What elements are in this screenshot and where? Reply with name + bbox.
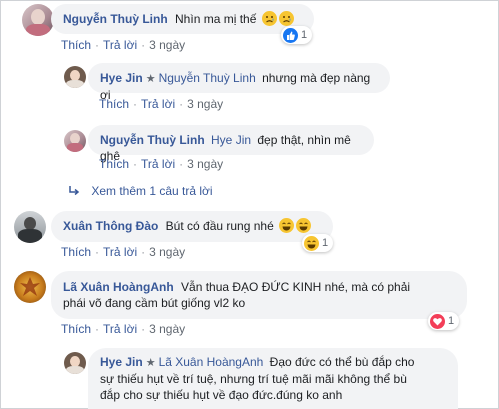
mention-link[interactable]: Hye Jin bbox=[211, 133, 251, 147]
reaction-count: 1 bbox=[448, 315, 455, 327]
comment-actions: Thích · Trả lời · 3 ngày bbox=[61, 322, 186, 336]
comment-author[interactable]: Nguyễn Thuỳ Linh bbox=[63, 12, 168, 26]
reply-bubble: Hye Jin ★ Lã Xuân HoàngAnh Đạo đức có thể … bbox=[88, 348, 458, 409]
like-button[interactable]: Thích bbox=[61, 322, 91, 336]
comment-author[interactable]: Hye Jin bbox=[100, 71, 143, 85]
sad-face-icon bbox=[261, 11, 277, 26]
sad-face-icon bbox=[278, 11, 294, 26]
reaction-count: 1 bbox=[322, 237, 329, 249]
reply-button[interactable]: Trả lời bbox=[103, 245, 137, 259]
comment-actions: Thích · Trả lời · 3 ngày bbox=[99, 97, 224, 111]
comment-actions: Thích · Trả lời · 3 ngày bbox=[61, 245, 186, 259]
avatar[interactable] bbox=[64, 130, 86, 152]
comment-text: Nhìn ma mị thế bbox=[175, 12, 257, 26]
comment-text: Đạo đức có thể bù đắp cho bbox=[269, 355, 415, 369]
view-more-replies-link[interactable]: Xem thêm 1 câu trả lời bbox=[67, 184, 213, 200]
reply-button[interactable]: Trả lời bbox=[103, 38, 137, 52]
like-button[interactable]: Thích bbox=[61, 245, 91, 259]
avatar[interactable] bbox=[22, 4, 54, 36]
timestamp[interactable]: 3 ngày bbox=[187, 157, 223, 171]
comment-bubble: Nguyễn Thuỳ Linh Nhìn ma mị thế bbox=[51, 4, 314, 34]
comment-text: Bút có đầu rung nhé bbox=[165, 219, 274, 233]
comment-text: Vẫn thua ĐẠO ĐỨC KINH nhé, mà có phải bbox=[181, 280, 411, 294]
reaction-summary[interactable]: 1 bbox=[428, 312, 460, 330]
reply-button[interactable]: Trả lời bbox=[141, 97, 175, 111]
avatar[interactable] bbox=[64, 352, 86, 374]
reply-bubble: Nguyễn Thuỳ Linh Hye Jin đẹp thật, nhìn … bbox=[88, 125, 374, 163]
haha-icon bbox=[304, 235, 319, 251]
laughing-face-icon bbox=[279, 218, 295, 233]
comment-actions: Thích · Trả lời · 3 ngày bbox=[61, 38, 186, 52]
like-button[interactable]: Thích bbox=[61, 38, 91, 52]
reply-arrow-icon bbox=[67, 185, 81, 200]
like-button[interactable]: Thích bbox=[99, 97, 129, 111]
top-fan-star-icon: ★ bbox=[145, 73, 156, 85]
reply-bubble: Hye Jin ★ Nguyễn Thuỳ Linh nhưng mà đẹp nà… bbox=[88, 63, 390, 102]
mention-link[interactable]: Lã Xuân HoàngAnh bbox=[159, 355, 264, 369]
mention-link[interactable]: Nguyễn Thuỳ Linh bbox=[159, 71, 256, 85]
timestamp[interactable]: 3 ngày bbox=[149, 38, 185, 52]
comment-bubble: Xuân Thông Đào Bút có đầu rung nhé bbox=[51, 211, 333, 242]
avatar[interactable] bbox=[14, 211, 46, 243]
timestamp[interactable]: 3 ngày bbox=[187, 97, 223, 111]
comments-panel: Nguyễn Thuỳ Linh Nhìn ma mị thế 1 Thích ·… bbox=[0, 0, 499, 409]
comment-text: phái võ đang cầm bút giống vl2 ko bbox=[63, 296, 246, 310]
reaction-count: 1 bbox=[301, 29, 308, 41]
comment-author[interactable]: Hye Jin bbox=[100, 355, 143, 369]
view-more-label: Xem thêm 1 câu trả lời bbox=[91, 184, 213, 198]
timestamp[interactable]: 3 ngày bbox=[149, 322, 185, 336]
like-icon bbox=[283, 27, 298, 43]
like-button[interactable]: Thích bbox=[99, 157, 129, 171]
comment-author[interactable]: Nguyễn Thuỳ Linh bbox=[100, 133, 205, 147]
reply-button[interactable]: Trả lời bbox=[141, 157, 175, 171]
reaction-summary[interactable]: 1 bbox=[302, 234, 334, 252]
timestamp[interactable]: 3 ngày bbox=[149, 245, 185, 259]
comment-text: sự thiếu hụt về trí tuệ, nhưng trí tuệ m… bbox=[100, 372, 407, 386]
comment-author[interactable]: Xuân Thông Đào bbox=[63, 219, 158, 233]
comment-text: đắp cho sự thiếu hụt về đạo đức.đúng ko … bbox=[100, 388, 343, 402]
top-fan-star-icon: ★ bbox=[145, 357, 156, 369]
heart-icon bbox=[430, 313, 445, 329]
laughing-face-icon bbox=[296, 218, 312, 233]
comment-actions: Thích · Trả lời · 3 ngày bbox=[99, 157, 224, 171]
avatar[interactable] bbox=[64, 66, 86, 88]
avatar[interactable] bbox=[14, 271, 46, 303]
reaction-summary[interactable]: 1 bbox=[281, 26, 313, 44]
comment-author[interactable]: Lã Xuân HoàngAnh bbox=[63, 280, 174, 294]
reply-button[interactable]: Trả lời bbox=[103, 322, 137, 336]
comment-bubble: Lã Xuân HoàngAnh Vẫn thua ĐẠO ĐỨC KINH n… bbox=[51, 271, 467, 319]
